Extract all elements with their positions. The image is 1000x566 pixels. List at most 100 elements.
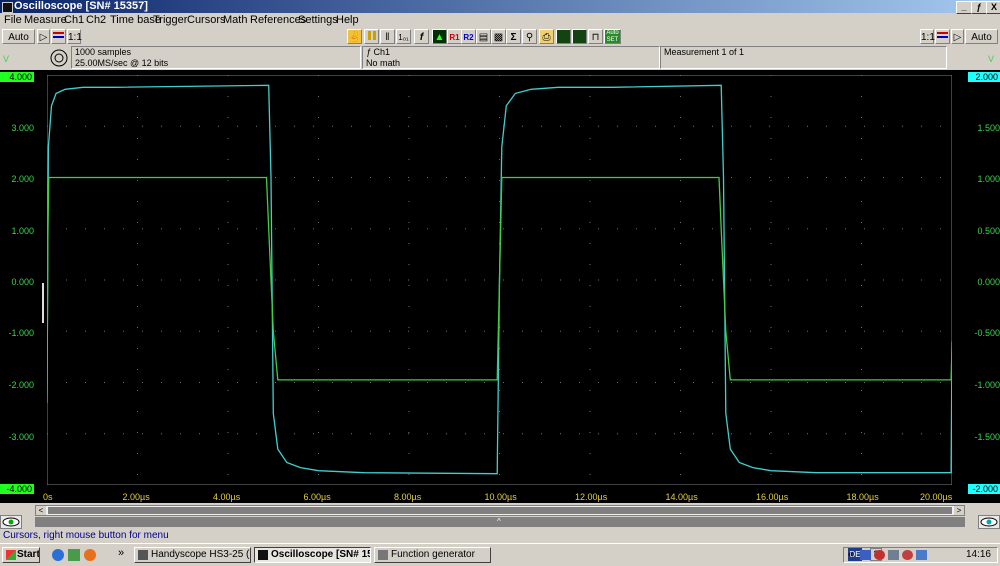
scroll-area: < > ^ [0,503,1000,529]
ch1-probe-icon[interactable] [51,29,66,44]
task-oscilloscope-label: Oscilloscope [SN# 15... [271,549,371,560]
security-tray-icon[interactable] [874,550,885,560]
function-symbol-icon: ƒ [366,47,372,57]
x-axis-tick: 4.00µs [213,492,241,502]
system-tray: « 14:16 [843,547,998,563]
right-axis-tick: 0.500 [977,226,1000,236]
right-axis: 2.000 1.500 1.000 0.500 0.000 -0.500 -1.… [966,70,1000,500]
wifi-tray-icon[interactable] [888,550,899,560]
left-axis-tick: 3.000 [11,123,34,133]
single-shot-icon[interactable]: ‖ [380,29,395,44]
xy-plot-icon[interactable] [572,29,587,44]
windows-logo-icon [6,550,16,560]
math-channel-label: ƒ Ch1 [366,47,390,58]
ch2-coupling-button[interactable]: ▷ [951,29,964,44]
ch2-scale-icon[interactable]: 1:1 [920,29,935,44]
right-axis-tick: -1.000 [974,380,1000,390]
ch2-probe-icon[interactable] [935,29,950,44]
task-function-generator[interactable]: Function generator [374,547,491,563]
left-axis-max-label[interactable]: 4.000 [0,72,34,82]
x-axis-tick: 6.00µs [303,492,331,502]
trigger-icon[interactable]: ✌ [347,29,362,44]
reference-2-button[interactable]: R2 [461,29,476,44]
menu-ch1[interactable]: Ch1 [64,14,84,26]
sum-icon[interactable]: Σ [506,29,521,44]
waveform-plot[interactable] [47,75,952,485]
left-axis-tick: -3.000 [8,432,34,442]
acquisition-icon[interactable] [49,48,69,68]
volume-tray-icon[interactable] [916,550,927,560]
ch2-auto-range-button[interactable]: Auto [965,29,998,44]
handyscope-icon [138,550,148,560]
math-channel-name: Ch1 [373,47,391,57]
explorer-icon[interactable] [68,549,80,561]
trigger-position-bar[interactable]: ^ [35,517,965,527]
clock[interactable]: 14:16 [966,549,991,560]
ch1-offset-marker[interactable] [42,283,44,323]
status-bar: Cursors, right mouse button for menu [0,529,1000,543]
reference-1-button[interactable]: R1 [447,29,462,44]
math-info: ƒ Ch1 No math [362,46,660,69]
ch1-visibility-eye-icon[interactable] [0,515,22,529]
zoom-icon[interactable]: ⚲ [522,29,537,44]
left-axis-tick: -1.000 [8,328,34,338]
print-icon[interactable]: ⎙ [539,29,554,44]
x-axis-tick: 14.00µs [665,492,698,502]
right-axis-max-label[interactable]: 2.000 [968,72,1000,82]
right-axis-tick: -1.500 [974,432,1000,442]
chart-icon[interactable] [556,29,571,44]
alert-tray-icon[interactable] [902,550,913,560]
ch1-coupling-button[interactable]: ▷ [37,29,50,44]
ie-icon[interactable] [52,549,64,561]
left-axis-tick: 0.000 [11,277,34,287]
right-axis-tick: 1.000 [977,174,1000,184]
scroll-right-button[interactable]: > [954,506,964,515]
menu-ch2[interactable]: Ch2 [86,14,106,26]
scroll-thumb[interactable] [48,507,952,514]
pause-icon[interactable] [364,29,379,44]
menu-trigger[interactable]: Trigger [153,14,187,26]
left-axis-tick: -2.000 [8,380,34,390]
scope-display-icon[interactable]: ▲ [432,29,447,44]
sample-rate-label: 25.00MS/sec @ 12 bits [75,58,169,68]
function-icon[interactable]: f [414,29,429,44]
record-length-icon[interactable]: 1₀₁ [396,29,411,44]
autoset-button[interactable]: Auto SET [604,29,621,44]
x-axis-tick: 10.00µs [484,492,517,502]
ch1-scale-icon[interactable]: 1:1 [67,29,82,44]
menu-math[interactable]: Math [223,14,247,26]
marker-icon[interactable]: ⊓ [588,29,603,44]
menu-settings[interactable]: Settings [298,14,338,26]
oscilloscope-app-icon [2,2,13,13]
scroll-left-button[interactable]: < [36,506,46,515]
ch2-visibility-eye-icon[interactable] [978,515,1000,529]
quicklaunch-chevron[interactable]: » [118,547,124,559]
task-handyscope[interactable]: Handyscope HS3-25 (US... [134,547,251,563]
task-oscilloscope[interactable]: Oscilloscope [SN# 15... [254,547,371,563]
menu-cursors[interactable]: Cursors [187,14,226,26]
network-icon[interactable]: ▩ [491,29,506,44]
menu-measure[interactable]: Measure [24,14,67,26]
math-status-label: No math [366,58,401,68]
menu-help[interactable]: Help [336,14,359,26]
x-axis: 0s 2.00µs 4.00µs 6.00µs 8.00µs 10.00µs 12.00µs… [0,490,1000,502]
x-axis-tick: 16.00µs [756,492,789,502]
horizontal-scrollbar[interactable]: < > [35,505,965,516]
start-label: Start [17,549,40,560]
network-tray-icon[interactable] [860,550,871,560]
firefox-icon[interactable] [84,549,96,561]
copy-icon[interactable]: ▤ [476,29,491,44]
acquisition-info: 1000 samples 25.00MS/sec @ 12 bits [71,46,361,69]
x-axis-tick: 12.00µs [575,492,608,502]
right-unit-label: V [988,54,995,64]
function-generator-icon [378,550,388,560]
x-axis-tick: 0s [43,492,53,502]
title-bar[interactable]: Oscilloscope [SN# 15357] _ ƒ X [0,0,1000,14]
trigger-position-caret[interactable]: ^ [497,517,501,526]
task-function-generator-label: Function generator [391,549,475,560]
start-button[interactable]: Start [2,547,40,563]
ch1-auto-range-button[interactable]: Auto [2,29,35,44]
menu-file[interactable]: File [4,14,22,26]
tray-expand-chevron[interactable]: « [848,549,854,560]
status-text: Cursors, right mouse button for menu [3,530,169,541]
